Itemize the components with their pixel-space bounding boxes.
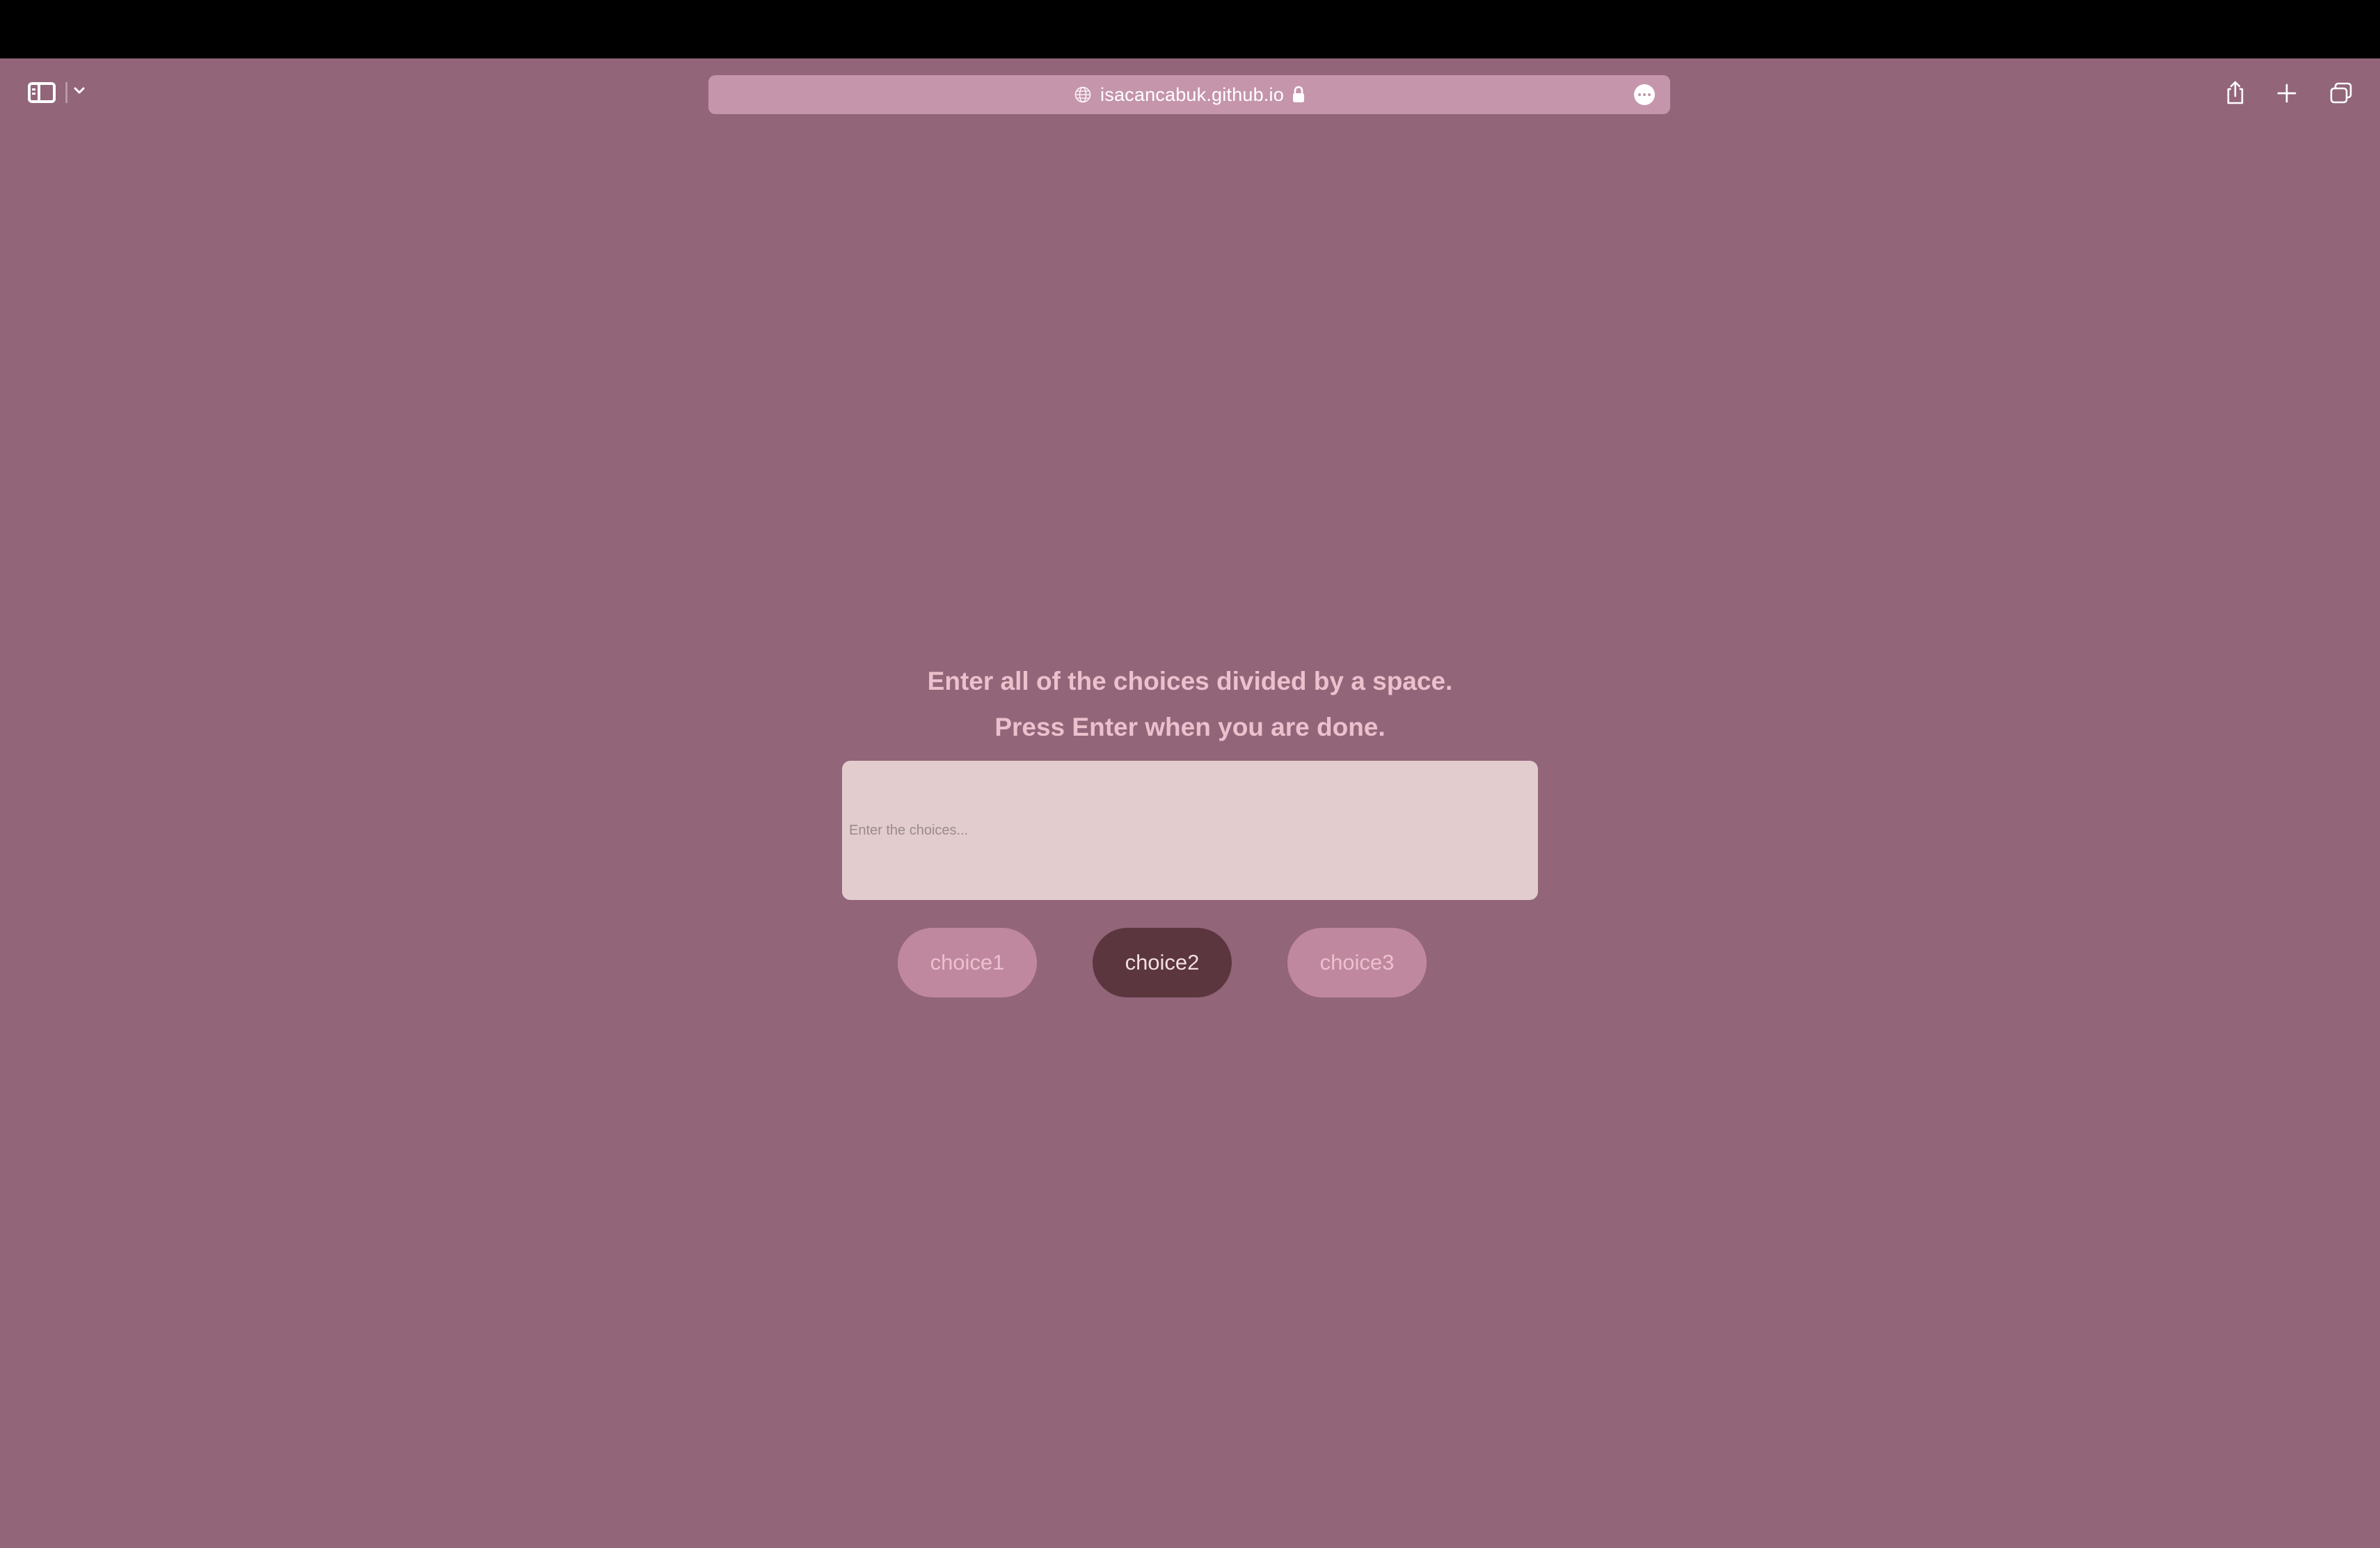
choice-button-3[interactable]: choice3 xyxy=(1287,928,1427,997)
choices-input[interactable] xyxy=(842,761,1538,900)
choice-button-2[interactable]: choice2 xyxy=(1093,928,1232,997)
choice-button-1[interactable]: choice1 xyxy=(898,928,1037,997)
address-bar[interactable]: isacancabuk.github.io xyxy=(708,75,1670,114)
url-text: isacancabuk.github.io xyxy=(1100,84,1284,105)
browser-toolbar: isacancabuk.github.io xyxy=(0,58,2380,128)
instruction-subtext: Press Enter when you are done. xyxy=(994,713,1386,741)
more-icon[interactable] xyxy=(1634,84,1655,105)
share-icon[interactable] xyxy=(2221,79,2249,107)
plus-icon[interactable] xyxy=(2273,79,2301,107)
tabs-overview-icon[interactable] xyxy=(2327,79,2355,107)
toolbar-divider xyxy=(65,82,68,103)
instruction-text: Enter all of the choices divided by a sp… xyxy=(927,667,1453,695)
lock-icon xyxy=(1292,86,1304,102)
top-bezel xyxy=(0,0,2380,58)
sidebar-icon[interactable] xyxy=(28,82,56,103)
chevron-down-icon[interactable] xyxy=(72,84,86,97)
globe-icon xyxy=(1074,86,1091,103)
page-content: Enter all of the choices divided by a sp… xyxy=(0,128,2380,1548)
